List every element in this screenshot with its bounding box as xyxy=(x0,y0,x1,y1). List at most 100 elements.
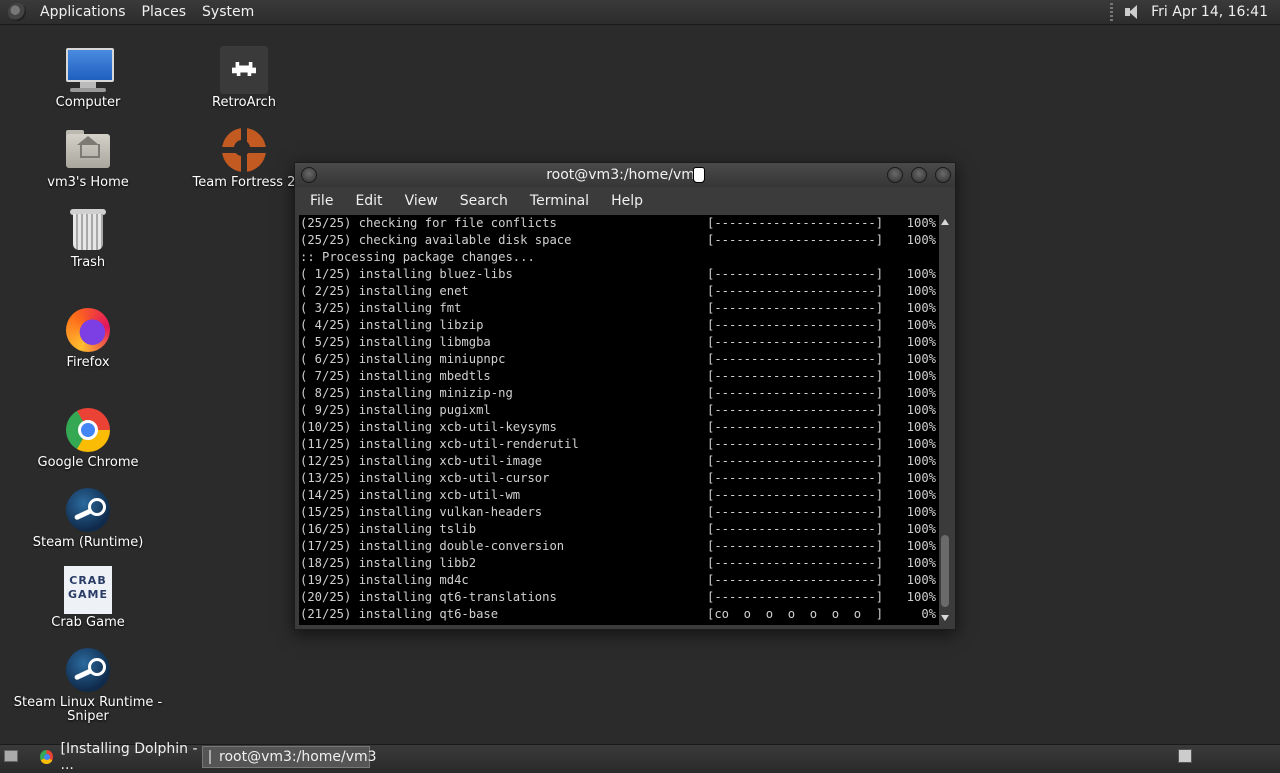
terminal-line-text: (15/25) installing vulkan-headers xyxy=(300,505,543,519)
progress-percent: 100% xyxy=(906,420,936,434)
progress-percent: 100% xyxy=(906,369,936,383)
progress-bar-text: [----------------------] xyxy=(707,318,884,332)
scrollbar-thumb[interactable] xyxy=(941,535,949,607)
scroll-down-icon[interactable] xyxy=(941,615,949,621)
progress-percent: 100% xyxy=(906,301,936,315)
menu-search[interactable]: Search xyxy=(449,193,519,209)
menu-edit[interactable]: Edit xyxy=(344,193,393,209)
desktop-icon-label: RetroArch xyxy=(212,95,276,110)
desktop-icon-home[interactable]: vm3's Home xyxy=(13,126,163,190)
terminal-line: ( 3/25) installing fmt [-----------------… xyxy=(300,300,939,317)
taskbar-item-chrome[interactable]: [Installing Dolphin - ... xyxy=(34,741,199,773)
progress-bar-text: [----------------------] xyxy=(707,420,884,434)
progress-bar-text: [----------------------] xyxy=(707,454,884,468)
desktop-icon-steam-sniper[interactable]: Steam Linux Runtime - Sniper xyxy=(13,646,163,724)
terminal-line: (11/25) installing xcb-util-renderutil [-… xyxy=(300,436,939,453)
progress-percent: 100% xyxy=(906,488,936,502)
computer-icon xyxy=(64,46,114,94)
menu-help[interactable]: Help xyxy=(600,193,654,209)
progress-bar-text: [----------------------] xyxy=(707,335,884,349)
top-panel: Applications Places System Fri Apr 14, 1… xyxy=(0,0,1280,25)
maximize-icon[interactable] xyxy=(911,167,927,183)
desktop-icon-crab-game[interactable]: CRAB GAME Crab Game xyxy=(13,566,163,630)
progress-percent: 0% xyxy=(921,607,936,621)
progress-percent: 100% xyxy=(906,284,936,298)
terminal-line-text: (11/25) installing xcb-util-renderutil xyxy=(300,437,579,451)
terminal-line: ( 4/25) installing libzip [--------------… xyxy=(300,317,939,334)
progress-bar-text: [----------------------] xyxy=(707,284,884,298)
progress-bar-text: [----------------------] xyxy=(707,573,884,587)
terminal-line: (15/25) installing vulkan-headers [------… xyxy=(300,504,939,521)
desktop-icon-firefox[interactable]: Firefox xyxy=(13,306,163,370)
panel-grip-icon xyxy=(1110,3,1114,21)
desktop-icon-steam-runtime[interactable]: Steam (Runtime) xyxy=(13,486,163,550)
progress-bar-text: [----------------------] xyxy=(707,471,884,485)
desktop-icon-label: Trash xyxy=(70,255,106,270)
progress-bar-text: [----------------------] xyxy=(707,505,884,519)
desktop-icon-chrome[interactable]: Google Chrome xyxy=(13,406,163,470)
menu-view[interactable]: View xyxy=(394,193,449,209)
minimize-icon[interactable] xyxy=(887,167,903,183)
workspace-switcher[interactable] xyxy=(1178,749,1192,763)
window-titlebar[interactable]: root@vm3:/home/vm3 xyxy=(295,163,955,187)
desktop-icon-label: Firefox xyxy=(66,355,110,370)
terminal-line-text: (19/25) installing md4c xyxy=(300,573,469,587)
menu-applications[interactable]: Applications xyxy=(32,4,134,20)
progress-percent: 100% xyxy=(906,556,936,570)
progress-bar-text: [----------------------] xyxy=(707,590,884,604)
progress-bar-text: [----------------------] xyxy=(707,369,884,383)
terminal-line: (25/25) checking available disk space [--… xyxy=(300,232,939,249)
clock[interactable]: Fri Apr 14, 16:41 xyxy=(1151,4,1268,20)
terminal-line: ( 1/25) installing bluez-libs [----------… xyxy=(300,266,939,283)
progress-bar-text: [----------------------] xyxy=(707,301,884,315)
desktop-icon-label: Steam Linux Runtime - Sniper xyxy=(13,695,163,724)
terminal-line: (25/25) checking for file conflicts [----… xyxy=(300,215,939,232)
menu-terminal[interactable]: Terminal xyxy=(519,193,600,209)
progress-percent: 100% xyxy=(906,454,936,468)
desktop-icon-computer[interactable]: Computer xyxy=(13,46,163,110)
terminal-line-text: (13/25) installing xcb-util-cursor xyxy=(300,471,550,485)
terminal-lines: (25/25) checking for file conflicts [----… xyxy=(299,215,939,623)
distro-logo-icon[interactable] xyxy=(8,3,26,21)
close-icon[interactable] xyxy=(935,167,951,183)
trash-icon xyxy=(64,206,112,254)
retroarch-icon xyxy=(220,46,268,94)
progress-bar-text: [----------------------] xyxy=(707,522,884,536)
progress-percent: 100% xyxy=(906,233,936,247)
progress-percent: 100% xyxy=(906,267,936,281)
menu-places[interactable]: Places xyxy=(134,4,195,20)
terminal-line-text: :: Processing package changes... xyxy=(300,250,535,264)
progress-percent: 100% xyxy=(906,335,936,349)
terminal-scrollbar[interactable] xyxy=(939,215,951,625)
scroll-up-icon[interactable] xyxy=(941,219,949,225)
terminal-line-text: ( 6/25) installing miniupnpc xyxy=(300,352,506,366)
menu-file[interactable]: File xyxy=(299,193,344,209)
terminal-line-text: (21/25) installing qt6-base xyxy=(300,607,499,621)
terminal-line: ( 5/25) installing libmgba [-------------… xyxy=(300,334,939,351)
progress-percent: 100% xyxy=(906,403,936,417)
terminal-line-text: ( 1/25) installing bluez-libs xyxy=(300,267,513,281)
mouse-pointer-icon xyxy=(693,167,705,183)
progress-percent: 100% xyxy=(906,471,936,485)
desktop-icon-label: Computer xyxy=(55,95,121,110)
desktop-icon-trash[interactable]: Trash xyxy=(13,206,163,270)
desktop-icon-label: Google Chrome xyxy=(37,455,139,470)
progress-bar-text: [----------------------] xyxy=(707,488,884,502)
volume-icon[interactable] xyxy=(1123,3,1141,21)
progress-percent: 100% xyxy=(906,386,936,400)
terminal-window[interactable]: root@vm3:/home/vm3 File Edit View Search… xyxy=(294,162,956,630)
terminal-output[interactable]: (25/25) checking for file conflicts [----… xyxy=(299,215,939,625)
terminal-menubar: File Edit View Search Terminal Help xyxy=(295,187,955,215)
progress-percent: 100% xyxy=(906,216,936,230)
steam-icon xyxy=(64,646,112,694)
menu-system[interactable]: System xyxy=(194,4,262,20)
tf2-icon xyxy=(220,126,268,174)
desktop-icon-retroarch[interactable]: RetroArch xyxy=(169,46,319,110)
terminal-line: ( 6/25) installing miniupnpc [-----------… xyxy=(300,351,939,368)
terminal-line-text: ( 8/25) installing minizip-ng xyxy=(300,386,513,400)
progress-bar-text: [----------------------] xyxy=(707,403,884,417)
show-desktop-icon[interactable] xyxy=(4,750,18,762)
terminal-line: ( 2/25) installing enet [----------------… xyxy=(300,283,939,300)
taskbar-item-terminal[interactable]: root@vm3:/home/vm3 xyxy=(202,746,377,768)
window-title: root@vm3:/home/vm3 xyxy=(546,167,704,183)
